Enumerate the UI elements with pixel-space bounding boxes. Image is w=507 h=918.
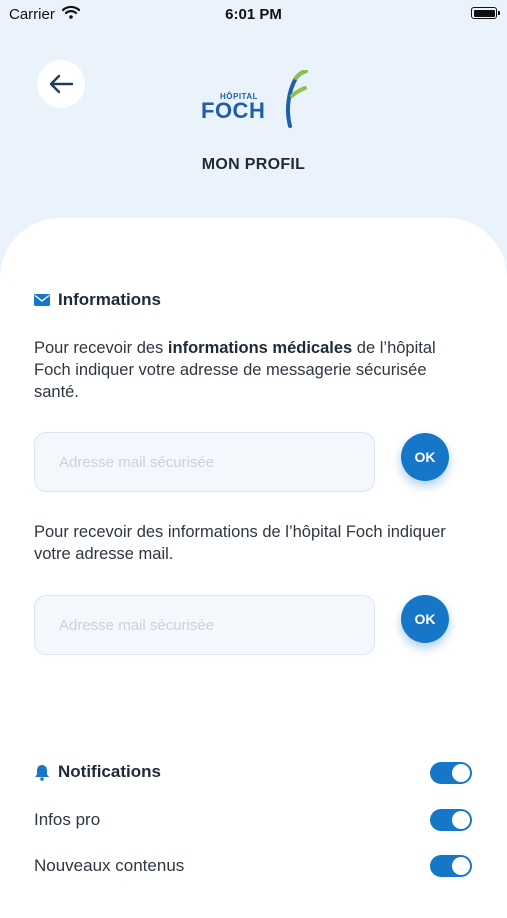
secure-email-input[interactable] — [34, 432, 375, 492]
description-emphasis: informations médicales — [167, 339, 353, 357]
notifications-heading-label: Notifications — [58, 762, 161, 781]
bell-icon — [35, 764, 49, 781]
mail-icon — [34, 294, 50, 306]
back-arrow-icon — [49, 74, 74, 94]
secure-email-description: Pour recevoir des informations médicales… — [34, 337, 474, 403]
infos-pro-label: Infos pro — [34, 810, 101, 829]
hospital-logo: HÔPITAL FOCH — [200, 70, 310, 132]
email-description: Pour recevoir des informations de l’hôpi… — [34, 523, 446, 563]
secure-email-ok-button[interactable]: OK — [401, 433, 449, 481]
battery-icon — [471, 7, 500, 19]
logo-main-text: FOCH — [201, 98, 266, 123]
nouveaux-contenus-toggle[interactable] — [430, 855, 472, 877]
status-time: 6:01 PM — [225, 6, 282, 23]
description-text: Pour recevoir des — [34, 339, 168, 357]
email-ok-button[interactable]: OK — [401, 595, 449, 643]
notifications-heading: Notifications — [34, 762, 161, 782]
nouveaux-contenus-label: Nouveaux contenus — [34, 856, 185, 875]
informations-heading: Informations — [34, 290, 161, 310]
infos-pro-toggle[interactable] — [430, 809, 472, 831]
back-button[interactable] — [37, 60, 85, 108]
status-bar: Carrier 6:01 PM — [0, 0, 507, 30]
email-input[interactable] — [34, 595, 375, 655]
informations-heading-label: Informations — [58, 290, 161, 309]
page-title: MON PROFIL — [201, 156, 306, 173]
notifications-toggle[interactable] — [430, 762, 472, 784]
logo-f-emblem-icon — [286, 70, 308, 128]
